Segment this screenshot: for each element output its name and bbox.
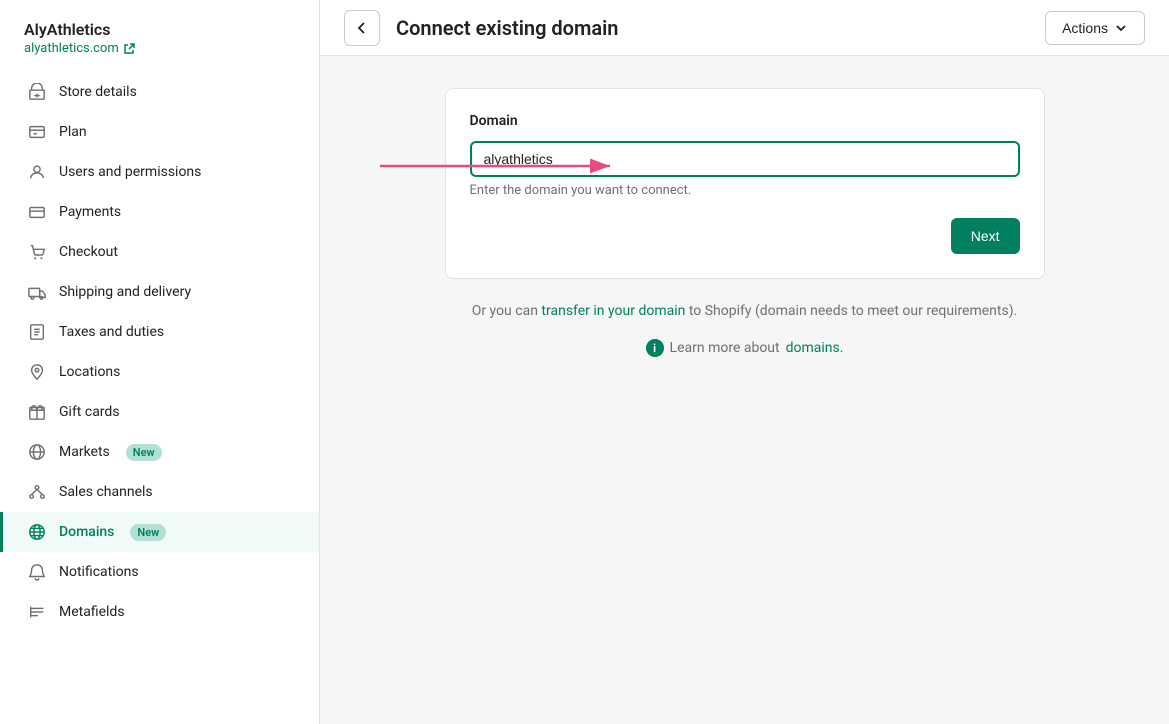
domain-card-title: Domain [470,113,1020,129]
metafields-icon [27,602,47,622]
topbar: Connect existing domain Actions [320,0,1169,56]
bell-icon [27,562,47,582]
location-icon [27,362,47,382]
external-link-icon [123,43,135,55]
topbar-left: Connect existing domain [344,10,618,46]
content: Domain Enter the domain you want to conn… [320,56,1169,724]
sidebar-item-plan[interactable]: Plan [0,112,319,152]
back-button[interactable] [344,10,380,46]
sidebar: AlyAthletics alyathletics.com Store deta… [0,0,320,724]
sidebar-item-metafields[interactable]: Metafields [0,592,319,632]
brand-link[interactable]: alyathletics.com [24,41,295,56]
input-hint: Enter the domain you want to connect. [470,183,1020,198]
learn-more-section: i Learn more about domains. [352,339,1137,357]
sidebar-item-users-and-permissions[interactable]: Users and permissions [0,152,319,192]
page-title: Connect existing domain [396,16,618,40]
domains-new-badge: New [130,524,166,541]
domains-icon [27,522,47,542]
sidebar-item-sales-channels[interactable]: Sales channels [0,472,319,512]
learn-more-link[interactable]: domains. [786,340,844,356]
sidebar-item-notifications[interactable]: Notifications [0,552,319,592]
transfer-link[interactable]: transfer in your domain [541,303,688,319]
domain-card: Domain Enter the domain you want to conn… [445,88,1045,279]
sidebar-item-payments[interactable]: Payments [0,192,319,232]
next-button[interactable]: Next [951,218,1020,254]
sidebar-item-gift-cards[interactable]: Gift cards [0,392,319,432]
payment-icon [27,202,47,222]
transfer-section: Or you can transfer in your domain to Sh… [445,303,1045,319]
markets-new-badge: New [126,444,162,461]
chevron-down-icon [1114,21,1128,35]
sidebar-item-checkout[interactable]: Checkout [0,232,319,272]
gift-icon [27,402,47,422]
domain-input[interactable] [470,141,1020,177]
user-icon [27,162,47,182]
sidebar-item-shipping-and-delivery[interactable]: Shipping and delivery [0,272,319,312]
sidebar-nav: Store details Plan Users and permissi [0,64,319,640]
sidebar-item-taxes-and-duties[interactable]: Taxes and duties [0,312,319,352]
shipping-icon [27,282,47,302]
brand-name: AlyAthletics [24,20,295,39]
sidebar-item-store-details[interactable]: Store details [0,72,319,112]
markets-icon [27,442,47,462]
info-icon: i [646,339,664,357]
brand-section: AlyAthletics alyathletics.com [0,0,319,64]
taxes-icon [27,322,47,342]
channels-icon [27,482,47,502]
main-area: Connect existing domain Actions [320,0,1169,724]
plan-icon [27,122,47,142]
actions-button[interactable]: Actions [1045,11,1145,45]
sidebar-item-domains[interactable]: Domains New [0,512,319,552]
sidebar-item-markets[interactable]: Markets New [0,432,319,472]
store-icon [27,82,47,102]
checkout-icon [27,242,47,262]
content-wrapper: Domain Enter the domain you want to conn… [320,56,1169,724]
card-footer: Next [470,218,1020,254]
sidebar-item-locations[interactable]: Locations [0,352,319,392]
